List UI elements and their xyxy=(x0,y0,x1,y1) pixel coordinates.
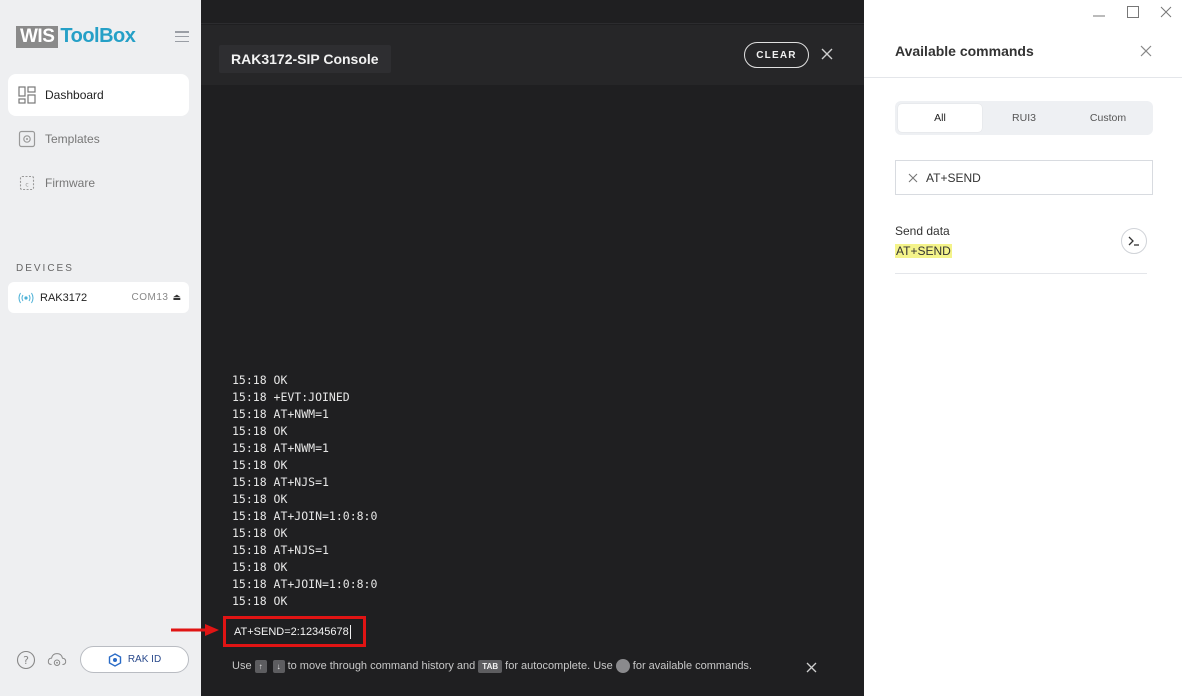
log-line: 15:18 OK xyxy=(232,373,288,387)
device-item-rak3172[interactable]: RAK3172 COM13 ⏏ xyxy=(8,282,189,313)
log-line: 15:18 +EVT:JOINED xyxy=(232,390,350,404)
command-search xyxy=(895,160,1153,195)
radio-signal-icon xyxy=(18,292,34,303)
log-line: 15:18 AT+NWM=1 xyxy=(232,407,329,421)
close-panel-icon[interactable] xyxy=(1140,45,1152,57)
log-line: 15:18 OK xyxy=(232,594,288,608)
sidebar-item-label: Templates xyxy=(45,132,100,146)
command-filter-tabs: All RUI3 Custom xyxy=(895,101,1153,135)
run-command-button[interactable] xyxy=(1121,228,1147,254)
rak-id-button[interactable]: RAK ID xyxy=(80,646,189,673)
command-name: AT+SEND xyxy=(895,244,952,258)
command-input[interactable]: AT+SEND=2:12345678 xyxy=(223,616,366,647)
sidebar-item-label: Firmware xyxy=(45,176,95,190)
red-arrow-annotation xyxy=(171,624,219,636)
hamburger-menu-icon[interactable] xyxy=(175,31,189,42)
logo-wis-text: WIS xyxy=(16,25,59,48)
clear-button[interactable]: CLEAR xyxy=(744,42,809,68)
tab-custom[interactable]: Custom xyxy=(1066,104,1150,132)
tab-rui3[interactable]: RUI3 xyxy=(982,104,1066,132)
close-window-icon[interactable] xyxy=(1158,4,1174,20)
log-line: 15:18 AT+JOIN=1:0:8:0 xyxy=(232,577,378,591)
hint-text-history: to move through command history and xyxy=(287,660,476,672)
text-cursor xyxy=(349,624,351,639)
available-commands-panel: Available commands All RUI3 Custom Send … xyxy=(864,0,1182,696)
hint-text-available: for available commands. xyxy=(632,660,752,672)
maximize-window-icon[interactable] xyxy=(1125,4,1141,20)
command-input-value: AT+SEND=2:12345678 xyxy=(234,625,349,638)
log-line: 15:18 OK xyxy=(232,424,288,438)
log-line: 15:18 AT+NJS=1 xyxy=(232,475,329,489)
search-input[interactable] xyxy=(926,170,1126,185)
terminal-prompt-icon xyxy=(1128,236,1139,246)
console-topbar xyxy=(201,0,864,24)
close-hint-icon[interactable] xyxy=(806,662,817,673)
console-header: RAK3172-SIP Console CLEAR xyxy=(201,25,864,85)
sidebar-item-templates[interactable]: Templates xyxy=(8,118,189,160)
sidebar-item-label: Dashboard xyxy=(45,88,104,102)
cloud-settings-icon[interactable] xyxy=(47,650,67,670)
console-title: RAK3172-SIP Console xyxy=(219,45,391,73)
help-icon[interactable]: ? xyxy=(16,650,36,670)
console-log: 15:18 OK 15:18 +EVT:JOINED 15:18 AT+NWM=1 1… xyxy=(232,372,377,610)
firmware-icon: c xyxy=(18,174,36,192)
tab-key: TAB xyxy=(478,659,503,673)
rak-id-label: RAK ID xyxy=(127,654,162,665)
log-line: 15:18 OK xyxy=(232,526,288,540)
device-port: COM13 xyxy=(131,292,169,303)
panel-title: Available commands xyxy=(895,43,1034,59)
sidebar-item-dashboard[interactable]: Dashboard xyxy=(8,74,189,116)
sidebar-item-firmware[interactable]: c Firmware xyxy=(8,162,189,204)
command-description: Send data xyxy=(895,224,950,238)
log-line: 15:18 OK xyxy=(232,560,288,574)
sidebar: WIS ToolBox Dashboard Templates c Firmwa… xyxy=(0,0,201,696)
tab-all[interactable]: All xyxy=(898,104,982,132)
commands-icon xyxy=(615,659,630,673)
log-line: 15:18 AT+NWM=1 xyxy=(232,441,329,455)
device-name: RAK3172 xyxy=(40,291,88,304)
devices-section-title: DEVICES xyxy=(16,263,74,274)
templates-icon xyxy=(18,130,36,148)
hint-bar: Use ↑ ↓ to move through command history … xyxy=(232,659,752,673)
panel-divider xyxy=(864,77,1182,78)
log-line: 15:18 AT+JOIN=1:0:8:0 xyxy=(232,509,378,523)
hint-text-autocomplete: for autocomplete. Use xyxy=(505,660,613,672)
clear-search-icon[interactable] xyxy=(908,173,918,183)
console-pane: RAK3172-SIP Console CLEAR 15:18 OK 15:18 … xyxy=(171,0,864,696)
logo-toolbox-text: ToolBox xyxy=(60,25,136,47)
arrow-down-key: ↓ xyxy=(272,659,285,673)
close-console-icon[interactable] xyxy=(820,47,834,61)
log-line: 15:18 OK xyxy=(232,458,288,472)
rak-logo-icon xyxy=(108,652,122,667)
svg-text:?: ? xyxy=(23,654,29,667)
dashboard-icon xyxy=(18,86,36,104)
log-line: 15:18 OK xyxy=(232,492,288,506)
wistoolbox-logo: WIS ToolBox xyxy=(16,25,136,48)
eject-icon[interactable]: ⏏ xyxy=(172,292,181,303)
command-result-item[interactable]: Send data AT+SEND xyxy=(895,218,1147,274)
arrow-up-key: ↑ xyxy=(254,659,267,673)
hint-text-use: Use xyxy=(232,660,252,672)
minimize-window-icon[interactable] xyxy=(1091,4,1107,20)
log-line: 15:18 AT+NJS=1 xyxy=(232,543,329,557)
svg-text:c: c xyxy=(25,182,28,189)
